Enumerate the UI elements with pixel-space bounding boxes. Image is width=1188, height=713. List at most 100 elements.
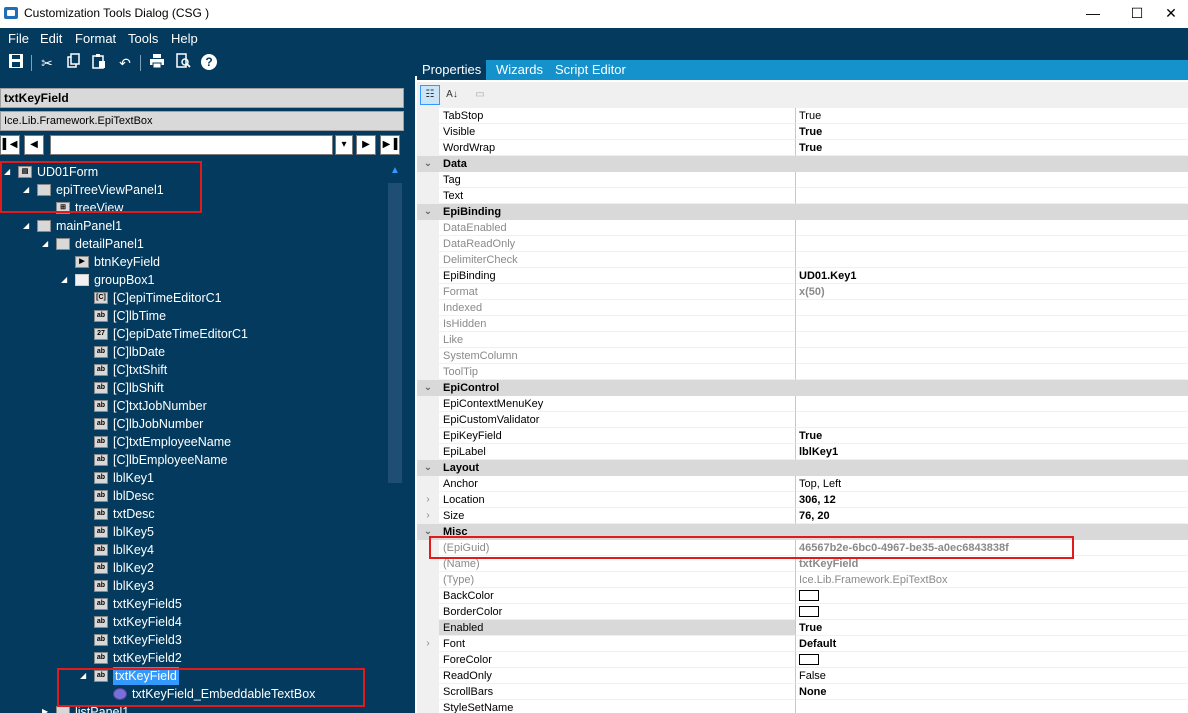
tree-node[interactable]: ab [C]txtEmployeeName (0, 433, 386, 451)
property-value[interactable] (796, 236, 1188, 252)
property-row[interactable]: IsHidden (417, 316, 1188, 332)
expand-property-icon[interactable]: › (417, 508, 439, 524)
tree-node[interactable]: ab [C]lbTime (0, 307, 386, 325)
tree-node[interactable]: ab [C]lbJobNumber (0, 415, 386, 433)
tree-node[interactable]: ab [C]txtJobNumber (0, 397, 386, 415)
tree-node[interactable]: ab txtDesc (0, 505, 386, 523)
property-row[interactable]: BackColor (417, 588, 1188, 604)
menu-file[interactable]: File (8, 31, 29, 46)
print-icon[interactable] (147, 53, 167, 73)
tree-node[interactable]: 27 [C]epiDateTimeEditorC1 (0, 325, 386, 343)
property-row[interactable]: DelimiterCheck (417, 252, 1188, 268)
property-row[interactable]: ToolTip (417, 364, 1188, 380)
tree-node[interactable]: ab txtKeyField3 (0, 631, 386, 649)
property-value[interactable] (796, 604, 1188, 620)
property-value[interactable] (796, 652, 1188, 668)
last-record-button[interactable]: ▶▐ (380, 135, 400, 155)
collapse-category-icon[interactable]: ⌄ (417, 380, 439, 396)
property-row[interactable]: Visible True (417, 124, 1188, 140)
property-value[interactable] (796, 332, 1188, 348)
tree-node[interactable]: ◢ mainPanel1 (0, 217, 386, 235)
color-swatch[interactable] (799, 589, 819, 601)
previous-record-button[interactable]: ◀ (24, 135, 44, 155)
property-row[interactable]: ForeColor (417, 652, 1188, 668)
collapse-icon[interactable]: ◢ (23, 217, 33, 235)
property-value[interactable]: False (796, 668, 1188, 684)
collapse-category-icon[interactable]: ⌄ (417, 204, 439, 220)
tree-node[interactable]: ab txtKeyField2 (0, 649, 386, 667)
property-value[interactable] (796, 348, 1188, 364)
color-swatch[interactable] (799, 653, 819, 665)
property-row[interactable]: (Type) Ice.Lib.Framework.EpiTextBox (417, 572, 1188, 588)
tree-node[interactable]: ab [C]lbShift (0, 379, 386, 397)
property-value[interactable]: None (796, 684, 1188, 700)
property-value[interactable] (796, 396, 1188, 412)
collapse-icon[interactable]: ◢ (61, 271, 71, 289)
tree-node[interactable]: ▶ btnKeyField (0, 253, 386, 271)
property-row[interactable]: EpiBinding UD01.Key1 (417, 268, 1188, 284)
tree-node[interactable]: ◢ groupBox1 (0, 271, 386, 289)
property-row[interactable]: Anchor Top, Left (417, 476, 1188, 492)
collapse-icon[interactable]: ◢ (42, 235, 52, 253)
tree-node[interactable]: ab lblKey4 (0, 541, 386, 559)
property-row[interactable]: StyleSetName (417, 700, 1188, 713)
property-value[interactable] (796, 588, 1188, 604)
paste-icon[interactable] (89, 53, 109, 73)
menu-format[interactable]: Format (75, 31, 116, 46)
color-swatch[interactable] (799, 605, 819, 617)
help-icon[interactable]: ? (199, 53, 219, 73)
property-value[interactable]: True (796, 108, 1188, 124)
property-value[interactable] (796, 220, 1188, 236)
print-preview-icon[interactable] (173, 53, 193, 73)
property-row[interactable]: EpiContextMenuKey (417, 396, 1188, 412)
close-button[interactable]: ✕ (1148, 0, 1188, 28)
menu-help[interactable]: Help (171, 31, 198, 46)
property-row[interactable]: EpiLabel lblKey1 (417, 444, 1188, 460)
scroll-up-icon[interactable]: ▲ (390, 165, 400, 176)
tree-node[interactable]: ab lblKey1 (0, 469, 386, 487)
menu-edit[interactable]: Edit (40, 31, 62, 46)
property-value[interactable] (796, 172, 1188, 188)
property-value[interactable]: Top, Left (796, 476, 1188, 492)
collapse-category-icon[interactable]: ⌄ (417, 156, 439, 172)
property-row[interactable]: BorderColor (417, 604, 1188, 620)
tree-node[interactable]: ab [C]lbEmployeeName (0, 451, 386, 469)
property-value[interactable]: 306, 12 (796, 492, 1188, 508)
categorized-icon[interactable]: ☷ (420, 85, 440, 105)
tree-node[interactable]: ab lblDesc (0, 487, 386, 505)
property-value[interactable]: True (796, 428, 1188, 444)
property-value[interactable] (796, 188, 1188, 204)
property-row[interactable]: TabStop True (417, 108, 1188, 124)
property-row[interactable]: › Location 306, 12 (417, 492, 1188, 508)
control-tree[interactable]: ◢ ▤ UD01Form ◢ epiTreeViewPanel1 ⊞ treeView ◢ ma… (0, 161, 386, 713)
property-value[interactable] (796, 412, 1188, 428)
first-record-button[interactable]: ▌◀ (0, 135, 20, 155)
property-row[interactable]: Text (417, 188, 1188, 204)
property-row[interactable]: EpiKeyField True (417, 428, 1188, 444)
property-row[interactable]: ScrollBars None (417, 684, 1188, 700)
tab-properties[interactable]: Properties (417, 60, 487, 80)
tree-node[interactable]: ab lblKey2 (0, 559, 386, 577)
tree-node[interactable]: ab txtKeyField5 (0, 595, 386, 613)
property-value[interactable]: UD01.Key1 (796, 268, 1188, 284)
dropdown-icon[interactable]: ▾ (335, 135, 353, 155)
copy-icon[interactable] (63, 53, 83, 73)
property-row[interactable]: WordWrap True (417, 140, 1188, 156)
property-value[interactable]: Default (796, 636, 1188, 652)
property-value[interactable] (796, 300, 1188, 316)
property-row[interactable]: › Size 76, 20 (417, 508, 1188, 524)
tab-script-editor[interactable]: Script Editor (550, 60, 631, 80)
tree-node[interactable]: ab [C]lbDate (0, 343, 386, 361)
scroll-thumb[interactable] (388, 183, 402, 483)
save-icon[interactable] (6, 53, 26, 73)
property-category[interactable]: ⌄ EpiControl (417, 380, 1188, 396)
collapse-category-icon[interactable]: ⌄ (417, 460, 439, 476)
tree-node[interactable]: ab txtKeyField4 (0, 613, 386, 631)
property-row[interactable]: SystemColumn (417, 348, 1188, 364)
minimize-button[interactable]: — (1070, 0, 1116, 28)
property-value[interactable]: True (796, 620, 1188, 636)
property-category[interactable]: ⌄ Data (417, 156, 1188, 172)
tree-node[interactable]: ab lblKey3 (0, 577, 386, 595)
tree-node[interactable]: ◢ detailPanel1 (0, 235, 386, 253)
property-row[interactable]: Format x(50) (417, 284, 1188, 300)
